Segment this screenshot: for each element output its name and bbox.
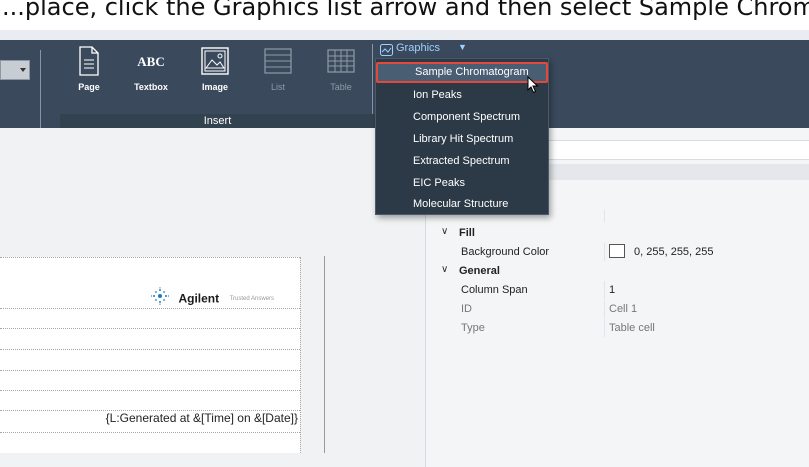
column-divider [604,319,605,337]
instruction-caption: ...place, click the Graphics list arrow … [0,0,809,30]
agilent-spark-icon [150,287,170,310]
color-swatch[interactable] [609,243,625,258]
chevron-down-icon[interactable]: ∨ [441,264,448,275]
property-row-type[interactable]: Type Table cell [437,319,809,337]
canvas-bottom [0,453,425,467]
generated-at-field[interactable]: {L:Generated at &[Time] on &[Date]} [106,411,298,425]
menu-item-sample-chromatogram[interactable]: Sample Chromatogram [376,62,548,83]
menu-item-component-spectrum[interactable]: Component Spectrum [376,107,548,128]
column-divider [604,300,605,318]
list-button-label: List [270,82,285,92]
page-margin-line [324,256,325,454]
list-button[interactable]: List [251,46,305,98]
page-button[interactable]: Page [62,46,116,98]
category-label: General [459,265,500,277]
list-icon [251,46,305,78]
image-icon [188,46,242,78]
mouse-cursor-icon [527,75,539,99]
graphics-button-label: Graphics [396,42,441,54]
chevron-down-icon[interactable]: ∨ [441,226,448,237]
row-divider [0,370,300,371]
property-row-background-color[interactable]: Background Color 0, 255, 255, 255 [437,243,809,261]
logo-brand-text: Agilent [178,291,220,306]
textbox-abc-icon: ABC [137,54,165,69]
property-key: Type [461,322,485,334]
row-divider [0,349,300,350]
row-divider [0,257,300,258]
property-row-id[interactable]: ID Cell 1 [437,300,809,318]
property-row-column-span[interactable]: Column Span 1 [437,281,809,299]
page-icon [62,46,116,78]
property-key: Background Color [461,246,550,258]
textbox-button-label: Textbox [134,82,168,92]
category-label: Fill [459,227,475,239]
insert-group-label: Insert [60,114,375,128]
property-key: ID [461,303,472,315]
row-divider [0,390,300,391]
menu-item-eic-peaks[interactable]: EIC Peaks [376,173,548,194]
menu-item-molecular-structure[interactable]: Molecular Structure [376,194,548,215]
textbox-button[interactable]: ABC Textbox [124,46,178,98]
agilent-logo: Agilent Trusted Answers [150,287,274,307]
ribbon-separator [40,50,41,130]
property-value: Cell 1 [609,303,638,315]
menu-item-ion-peaks[interactable]: Ion Peaks [376,85,548,106]
column-divider [604,281,605,299]
chevron-down-icon[interactable]: ▼ [458,42,467,52]
title-strip [0,30,809,40]
format-dropdown[interactable] [0,60,30,80]
properties-tab[interactable] [546,164,809,180]
table-button-label: Table [330,82,352,92]
background-color-value: 0, 255, 255, 255 [634,246,714,258]
table-icon [314,46,368,78]
graphics-menu: Sample Chromatogram Ion Peaks Component … [375,58,549,215]
row-divider [0,328,300,329]
property-value[interactable]: 1 [609,284,615,296]
row-divider [0,432,300,433]
table-button[interactable]: Table [314,46,368,98]
image-button[interactable]: Image [188,46,242,98]
category-general[interactable]: ∨ General [437,262,809,280]
category-fill[interactable]: ∨ Fill [437,224,809,242]
logo-tagline: Trusted Answers [229,295,275,302]
property-value: Table cell [609,322,655,334]
image-button-label: Image [201,82,228,92]
property-key: Column Span [461,284,528,296]
column-divider [604,243,605,261]
column-divider [300,257,301,453]
property-value[interactable]: 0, 255, 255, 255 [609,243,714,258]
menu-item-library-hit-spectrum[interactable]: Library Hit Spectrum [376,129,548,150]
graphics-dropdown-button[interactable]: Graphics ▼ [375,40,467,58]
page-button-label: Page [78,82,100,92]
menu-item-extracted-spectrum[interactable]: Extracted Spectrum [376,151,548,172]
report-document[interactable]: Agilent Trusted Answers {L:Generated at … [0,256,325,454]
column-divider [604,210,605,222]
